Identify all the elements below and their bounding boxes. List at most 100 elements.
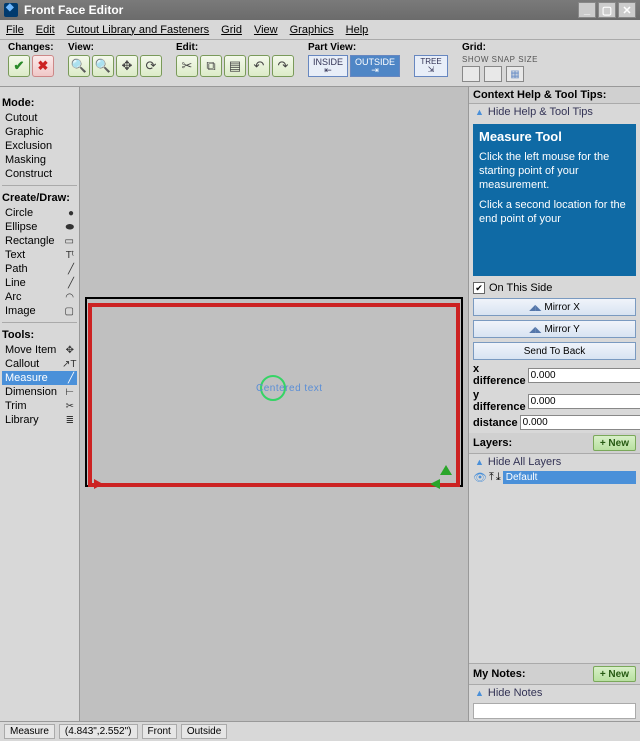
- mode-exclusion[interactable]: Exclusion: [2, 139, 77, 153]
- cancel-button[interactable]: ✖: [32, 55, 54, 77]
- xdiff-input[interactable]: [528, 368, 640, 383]
- mode-cutout[interactable]: Cutout: [2, 111, 77, 125]
- layer-name[interactable]: Default: [503, 471, 636, 484]
- ydiff-input[interactable]: [528, 394, 640, 409]
- create-image[interactable]: Image▢: [2, 304, 77, 318]
- toolbar: Changes: ✔ ✖ View: 🔍 🔍 ✥ ⟳ Edit: ✂ ⧉ ▤ ↶…: [0, 40, 640, 87]
- mode-graphic[interactable]: Graphic: [2, 125, 77, 139]
- dimension-icon: ⊢: [62, 387, 74, 398]
- mirror-y-button[interactable]: ◢◣Mirror Y: [473, 320, 636, 338]
- new-layer-button[interactable]: + New: [593, 435, 636, 451]
- create-arc[interactable]: Arc◠: [2, 290, 77, 304]
- notes-label: My Notes:: [473, 668, 526, 680]
- menu-help[interactable]: Help: [346, 24, 369, 36]
- ellipse-icon: ⬬: [62, 222, 74, 233]
- new-note-button[interactable]: + New: [593, 666, 636, 682]
- arc-icon: ◠: [62, 292, 74, 303]
- app-icon: [4, 3, 18, 17]
- tool-callout[interactable]: Callout↗T: [2, 357, 77, 371]
- maximize-button[interactable]: ▢: [598, 2, 616, 18]
- hide-help-toggle[interactable]: ▲Hide Help & Tool Tips: [469, 104, 640, 120]
- create-ellipse[interactable]: Ellipse⬬: [2, 220, 77, 234]
- help-title: Measure Tool: [479, 130, 630, 144]
- tool-move[interactable]: Move Item✥: [2, 343, 77, 357]
- context-help-header: Context Help & Tool Tips:: [469, 87, 640, 104]
- layer-down-icon[interactable]: ⤓: [496, 471, 501, 484]
- on-this-side-label: On This Side: [489, 282, 552, 294]
- refresh-view-button[interactable]: ⟳: [140, 55, 162, 77]
- mode-masking[interactable]: Masking: [2, 153, 77, 167]
- tree-button[interactable]: TREE⇲: [414, 55, 448, 77]
- status-coords: (4.843",2.552"): [59, 724, 138, 739]
- menubar: File Edit Cutout Library and Fasteners G…: [0, 20, 640, 40]
- centered-text-object[interactable]: Centered text: [256, 383, 323, 394]
- menu-grid[interactable]: Grid: [221, 24, 242, 36]
- layer-row-default[interactable]: 👁 ⤒ ⤓ Default: [469, 470, 640, 485]
- menu-file[interactable]: File: [6, 24, 24, 36]
- create-path[interactable]: Path╱: [2, 262, 77, 276]
- outside-button[interactable]: OUTSIDE⇥: [350, 55, 400, 77]
- menu-edit[interactable]: Edit: [36, 24, 55, 36]
- mode-construct[interactable]: Construct: [2, 167, 77, 181]
- origin-arrow-icon: [94, 479, 103, 489]
- tree-group: TREE⇲: [414, 42, 448, 77]
- close-button[interactable]: ✕: [618, 2, 636, 18]
- left-panel: Mode: Cutout Graphic Exclusion Masking C…: [0, 87, 80, 721]
- changes-label: Changes:: [8, 42, 54, 53]
- create-circle[interactable]: Circle●: [2, 206, 77, 220]
- hide-notes-toggle[interactable]: ▲Hide Notes: [469, 685, 640, 701]
- status-side: Outside: [181, 724, 227, 739]
- cut-button[interactable]: ✂: [176, 55, 198, 77]
- mirror-x-button[interactable]: ◢◣Mirror X: [473, 298, 636, 316]
- partview-group: Part View: INSIDE⇤ OUTSIDE⇥: [308, 42, 400, 77]
- paste-button[interactable]: ▤: [224, 55, 246, 77]
- grid-snap-toggle[interactable]: [484, 66, 502, 82]
- grid-show-toggle[interactable]: [462, 66, 480, 82]
- copy-button[interactable]: ⧉: [200, 55, 222, 77]
- right-panel: Context Help & Tool Tips: ▲Hide Help & T…: [468, 87, 640, 721]
- pan-button[interactable]: ✥: [116, 55, 138, 77]
- create-rectangle[interactable]: Rectangle▭: [2, 234, 77, 248]
- mode-label: Mode:: [2, 97, 77, 109]
- on-this-side-row: ✔ On This Side: [469, 280, 640, 296]
- send-to-back-button[interactable]: Send To Back: [473, 342, 636, 360]
- on-this-side-checkbox[interactable]: ✔: [473, 282, 485, 294]
- callout-icon: ↗T: [62, 359, 74, 370]
- hide-layers-toggle[interactable]: ▲Hide All Layers: [469, 454, 640, 470]
- collapse-icon: ▲: [475, 688, 484, 698]
- tool-measure[interactable]: Measure╱: [2, 371, 77, 385]
- ydiff-label: y difference: [473, 389, 526, 413]
- tool-trim[interactable]: Trim✂: [2, 399, 77, 413]
- menu-graphics[interactable]: Graphics: [290, 24, 334, 36]
- zoom-in-button[interactable]: 🔍: [92, 55, 114, 77]
- create-line[interactable]: Line╱: [2, 276, 77, 290]
- menu-view[interactable]: View: [254, 24, 278, 36]
- view-label: View:: [68, 42, 162, 53]
- create-text[interactable]: TextTᵗ: [2, 248, 77, 262]
- minimize-button[interactable]: _: [578, 2, 596, 18]
- notes-box[interactable]: [473, 703, 636, 719]
- redo-button[interactable]: ↷: [272, 55, 294, 77]
- lock-icon[interactable]: ⤒: [489, 471, 494, 484]
- distance-input[interactable]: [520, 415, 640, 430]
- menu-cutout-library[interactable]: Cutout Library and Fasteners: [67, 24, 209, 36]
- tool-dimension[interactable]: Dimension⊢: [2, 385, 77, 399]
- canvas[interactable]: Centered text: [80, 87, 468, 721]
- view-group: View: 🔍 🔍 ✥ ⟳: [68, 42, 162, 77]
- help-body-1: Click the left mouse for the starting po…: [479, 150, 630, 192]
- grid-size-button[interactable]: ▦: [506, 66, 524, 82]
- changes-group: Changes: ✔ ✖: [8, 42, 54, 77]
- tools-label: Tools:: [2, 329, 77, 341]
- zoom-out-button[interactable]: 🔍: [68, 55, 90, 77]
- xdiff-label: x difference: [473, 363, 526, 387]
- eye-icon[interactable]: 👁: [473, 471, 487, 484]
- trim-icon: ✂: [62, 401, 74, 412]
- distance-label: distance: [473, 417, 518, 429]
- accept-button[interactable]: ✔: [8, 55, 30, 77]
- tool-library[interactable]: Library≣: [2, 413, 77, 427]
- undo-button[interactable]: ↶: [248, 55, 270, 77]
- path-icon: ╱: [62, 264, 74, 275]
- inside-button[interactable]: INSIDE⇤: [308, 55, 348, 77]
- partview-label: Part View:: [308, 42, 400, 53]
- line-icon: ╱: [62, 278, 74, 289]
